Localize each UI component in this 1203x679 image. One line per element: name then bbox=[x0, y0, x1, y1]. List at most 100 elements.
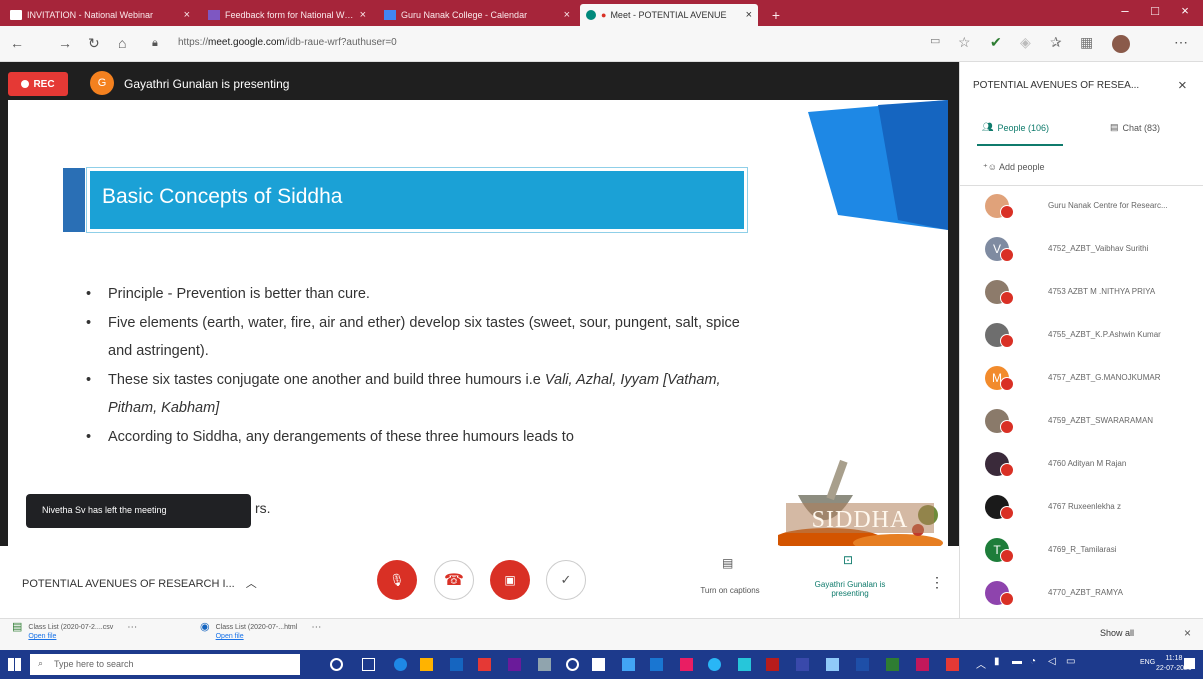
store-icon[interactable] bbox=[450, 658, 463, 671]
edge-icon[interactable] bbox=[394, 658, 407, 671]
close-icon[interactable]: × bbox=[746, 9, 752, 21]
close-icon[interactable]: × bbox=[1184, 626, 1191, 640]
url-field[interactable]: https://meet.google.com/idb-raue-wrf?aut… bbox=[178, 37, 397, 48]
tray-chevron-icon[interactable]: ︿ bbox=[976, 656, 989, 671]
tab-chat[interactable]: ▤ Chat (83) bbox=[1110, 122, 1160, 133]
microphone-button[interactable]: 🎙︎ bbox=[377, 560, 417, 600]
more-options-icon[interactable]: ⋯ bbox=[1174, 34, 1188, 51]
camera-permission-icon[interactable]: ▭ bbox=[930, 34, 940, 47]
app-icon[interactable] bbox=[946, 658, 959, 671]
more-options-icon[interactable]: ⋮ bbox=[930, 574, 944, 591]
settings-icon[interactable] bbox=[566, 658, 579, 671]
app-icon[interactable] bbox=[592, 658, 605, 671]
language-indicator[interactable]: ENG bbox=[1140, 659, 1155, 666]
participant-row[interactable]: 4760 Adityan M Rajan bbox=[960, 446, 1203, 486]
back-icon[interactable]: ← bbox=[10, 35, 24, 51]
task-view-icon[interactable] bbox=[362, 658, 375, 671]
forward-icon[interactable]: → bbox=[58, 35, 72, 51]
app-icon[interactable] bbox=[738, 658, 751, 671]
taskbar-search[interactable]: ⌕ Type here to search bbox=[30, 654, 300, 675]
chevron-up-icon[interactable]: ︿ bbox=[246, 578, 257, 590]
participant-row[interactable]: 4753 AZBT M .NITHYA PRIYA bbox=[960, 274, 1203, 314]
new-tab-button[interactable]: + bbox=[764, 4, 788, 26]
browser-tab[interactable]: INVITATION - National Webinar × bbox=[4, 4, 196, 26]
forms-icon bbox=[208, 10, 220, 20]
extension-icon[interactable]: ◈ bbox=[1020, 34, 1031, 51]
word-icon[interactable] bbox=[856, 658, 869, 671]
browser-tab-bar: INVITATION - National Webinar × Feedback… bbox=[0, 0, 1203, 26]
mail-icon bbox=[10, 10, 22, 20]
participant-row[interactable]: 4770_AZBT_RAMYA bbox=[960, 575, 1203, 615]
divider bbox=[960, 185, 1203, 186]
app-icon[interactable] bbox=[538, 658, 551, 671]
download-menu-icon[interactable]: ⋯ bbox=[127, 623, 137, 641]
browser-tab[interactable]: Feedback form for National Web × bbox=[202, 4, 372, 26]
maximize-icon[interactable]: □ bbox=[1140, 3, 1170, 18]
cortana-icon[interactable] bbox=[330, 658, 343, 671]
participant-row[interactable]: 4755_AZBT_K.P.Ashwin Kumar bbox=[960, 317, 1203, 357]
battery-icon[interactable]: ▬ bbox=[1012, 656, 1025, 669]
office-icon[interactable] bbox=[478, 658, 491, 671]
wifi-icon[interactable]: ◔ bbox=[1030, 656, 1043, 669]
browser-tab[interactable]: Guru Nanak College - Calendar × bbox=[378, 4, 576, 26]
app-icon[interactable] bbox=[796, 658, 809, 671]
participant-row[interactable]: V 4752_AZBT_Vaibhav Surithi bbox=[960, 231, 1203, 271]
add-people-button[interactable]: ⁺☺ Add people bbox=[983, 162, 1045, 173]
download-item[interactable]: ◉ Class List (2020-07-...html Open file ⋯ bbox=[200, 622, 321, 641]
windows-start-icon[interactable] bbox=[8, 658, 21, 671]
leave-call-button[interactable]: ☎︎ bbox=[434, 560, 474, 600]
download-menu-icon[interactable]: ⋯ bbox=[311, 623, 321, 641]
tab-people[interactable]: 👥︎ People (106) bbox=[982, 122, 1049, 133]
close-icon[interactable]: × bbox=[360, 9, 366, 21]
participant-name: 4755_AZBT_K.P.Ashwin Kumar bbox=[1048, 330, 1161, 339]
file-explorer-icon[interactable] bbox=[420, 658, 433, 671]
participant-row[interactable]: Guru Nanak Centre for Researc... bbox=[960, 188, 1203, 228]
browser-tab-active[interactable]: ● Meet - POTENTIAL AVENUE × bbox=[580, 4, 758, 26]
captions-button[interactable]: Turn on captions bbox=[680, 586, 780, 595]
refresh-icon[interactable]: ↻ bbox=[88, 35, 100, 52]
present-icon[interactable]: ⊡ bbox=[843, 553, 853, 567]
app-icon[interactable] bbox=[708, 658, 721, 671]
window-close-icon[interactable]: × bbox=[1170, 3, 1200, 18]
panel-close-icon[interactable]: × bbox=[1178, 77, 1187, 94]
close-icon[interactable]: × bbox=[564, 9, 570, 21]
favorite-star-icon[interactable]: ☆ bbox=[958, 34, 971, 51]
powerpoint-icon[interactable] bbox=[916, 658, 929, 671]
excel-icon[interactable] bbox=[886, 658, 899, 671]
attendance-extension-button[interactable]: ✓ bbox=[546, 560, 586, 600]
app-icon[interactable] bbox=[650, 658, 663, 671]
checkmark-extension-icon[interactable]: ✔ bbox=[990, 34, 1002, 51]
favorites-bar-icon[interactable]: ✰ bbox=[1050, 34, 1062, 51]
profile-avatar[interactable] bbox=[1112, 35, 1130, 53]
participant-row[interactable]: M 4757_AZBT_G.MANOJKUMAR bbox=[960, 360, 1203, 400]
volume-icon[interactable]: ◁ bbox=[1048, 656, 1061, 669]
muted-mic-icon bbox=[1000, 549, 1014, 563]
camera-button[interactable]: ▣ bbox=[490, 560, 530, 600]
meet-icon bbox=[586, 10, 596, 20]
meeting-title[interactable]: POTENTIAL AVENUES OF RESEARCH I... ︿ bbox=[22, 575, 257, 591]
participant-name: 4769_R_Tamilarasi bbox=[1048, 545, 1117, 554]
participant-row[interactable]: 4767 Ruxeenlekha z bbox=[960, 489, 1203, 529]
home-icon[interactable]: ⌂ bbox=[118, 35, 126, 51]
minimize-icon[interactable]: – bbox=[1110, 3, 1140, 18]
close-icon[interactable]: × bbox=[184, 9, 190, 21]
download-item[interactable]: ▤ Class List (2020-07-2....csv Open file … bbox=[12, 622, 137, 641]
hang-up-icon: ☎︎ bbox=[444, 572, 464, 589]
presenting-status[interactable]: Gayathri Gunalan is presenting bbox=[805, 580, 895, 598]
notification-icon[interactable]: ▭ bbox=[1066, 656, 1079, 669]
network-icon[interactable]: ▮ bbox=[994, 656, 1007, 669]
participant-row[interactable]: 4759_AZBT_SWARARAMAN bbox=[960, 403, 1203, 443]
show-all-button[interactable]: Show all bbox=[1100, 628, 1134, 638]
collections-icon[interactable]: ▦ bbox=[1080, 34, 1093, 51]
participant-row[interactable]: T 4769_R_Tamilarasi bbox=[960, 532, 1203, 572]
downloads-bar: ▤ Class List (2020-07-2....csv Open file … bbox=[0, 618, 1203, 650]
muted-mic-icon bbox=[1000, 592, 1014, 606]
app-icon[interactable] bbox=[766, 658, 779, 671]
premiere-icon[interactable] bbox=[508, 658, 521, 671]
app-icon[interactable] bbox=[826, 658, 839, 671]
captions-icon[interactable]: ▤ bbox=[722, 556, 733, 570]
action-center-icon[interactable] bbox=[1184, 658, 1195, 669]
app-icon[interactable] bbox=[680, 658, 693, 671]
siddha-image: SIDDHA bbox=[778, 459, 943, 546]
app-icon[interactable] bbox=[622, 658, 635, 671]
